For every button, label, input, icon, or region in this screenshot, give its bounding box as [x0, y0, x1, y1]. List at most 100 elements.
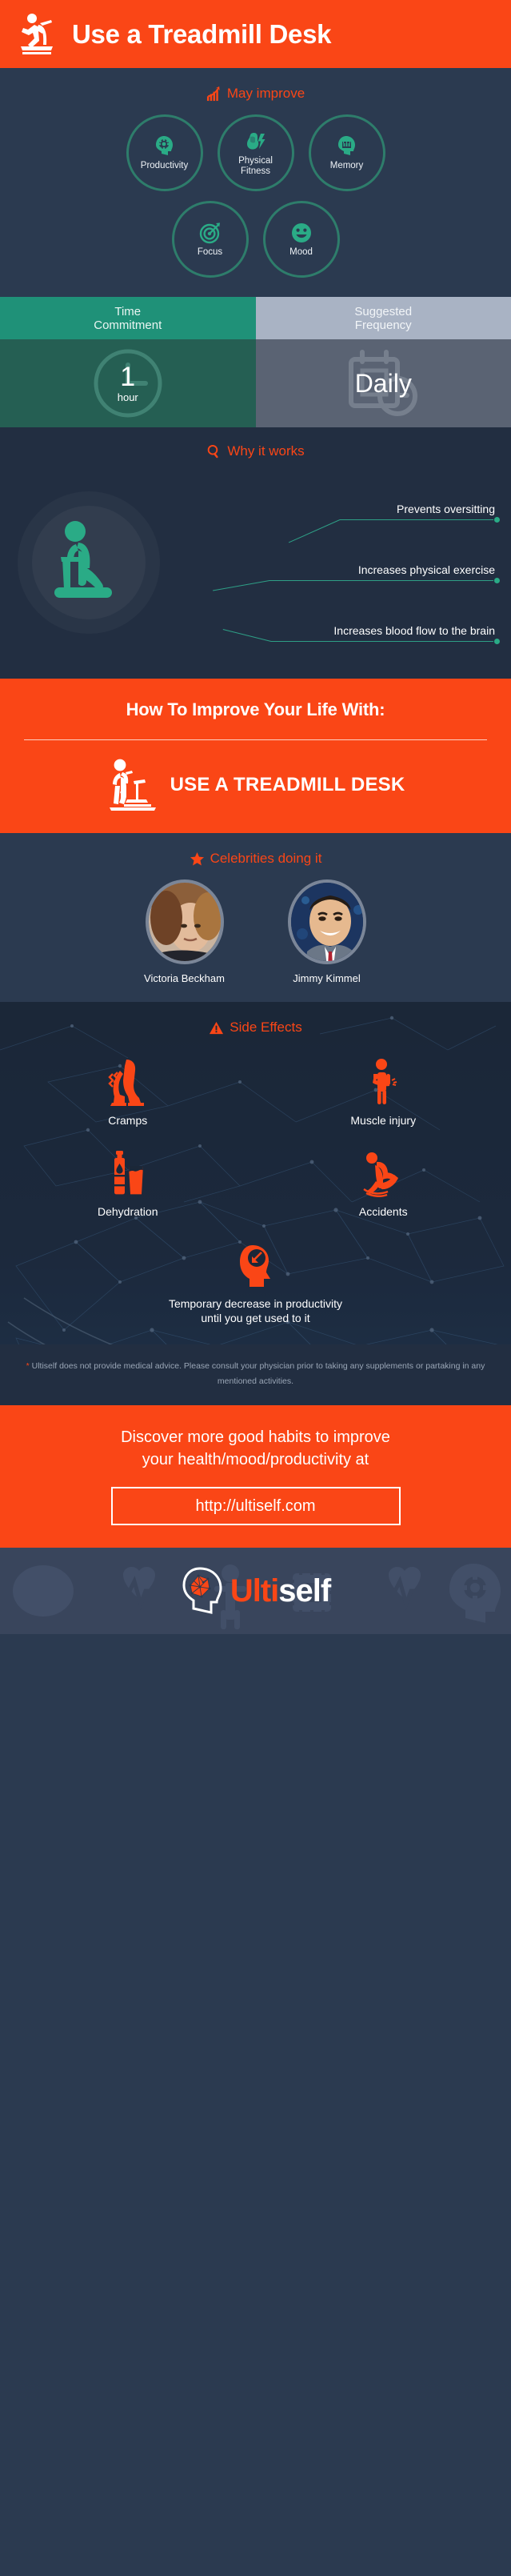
may-improve-row-1: Productivity Physical Fitness Memory — [0, 114, 511, 191]
person-holding-arm-icon — [373, 1059, 397, 1104]
may-improve-section: May improve Productivity Physical Fitnes… — [0, 68, 511, 297]
side-effect-item-muscle-injury: Muscle injury — [256, 1048, 511, 1140]
why-it-works-heading-label: Why it works — [227, 443, 305, 459]
stat-header-line2: Commitment — [94, 318, 162, 332]
stat-column-frequency: Suggested Frequency Daily — [255, 297, 511, 427]
magnifying-glass-icon — [208, 444, 218, 458]
treadmill-desk-walker-icon — [109, 759, 156, 811]
person-slipping-icon — [363, 1152, 399, 1197]
smiley-face-icon — [291, 223, 311, 242]
celebrities-heading: Celebrities doing it — [0, 851, 511, 867]
disclaimer-body: Ultiself does not provide medical advice… — [31, 1361, 485, 1386]
why-connector-dot — [494, 517, 500, 523]
rising-bar-chart-icon — [206, 86, 220, 101]
side-effect-label-line2: until you get used to it — [201, 1312, 310, 1324]
infographic-page: Use a Treadmill Desk May improve Product… — [0, 0, 511, 2576]
disclaimer-text: * Ultiself does not provide medical advi… — [21, 1359, 490, 1389]
why-connector-dot — [494, 578, 500, 583]
why-reason-item: Increases blood flow to the brain — [80, 594, 501, 655]
flexed-bicep-bolt-icon — [246, 132, 265, 150]
avatar — [145, 879, 224, 964]
may-improve-heading: May improve — [0, 86, 511, 102]
habit-row: USE A TREADMILL DESK — [18, 758, 493, 812]
why-reason-list: Prevents oversitting Increases physical … — [80, 472, 501, 655]
stat-header-frequency: Suggested Frequency — [255, 297, 511, 339]
portrait-victoria-beckham — [148, 883, 221, 961]
side-effects-heading: Side Effects — [0, 1020, 511, 1036]
stat-header-line1: Suggested — [354, 304, 413, 318]
side-effect-label: Accidents — [358, 1205, 408, 1218]
why-connector-diagonal — [222, 629, 272, 642]
stat-value-text: Daily — [354, 369, 412, 398]
improve-label: Physical Fitness — [238, 155, 273, 176]
side-effect-label: Cramps — [108, 1114, 148, 1127]
improve-label: Memory — [329, 161, 364, 170]
cramping-leg-icon — [108, 1060, 144, 1106]
footer-logo: Ultiself — [181, 1566, 331, 1616]
stat-value-unit: hour — [117, 391, 138, 403]
why-reason-item: Increases physical exercise — [80, 533, 501, 594]
side-effects-section: Side Effects Cramps Muscle injury Dehydr… — [0, 1002, 511, 1344]
celebrity-card: Jimmy Kimmel — [275, 879, 379, 984]
treadmill-runner-icon — [21, 13, 53, 54]
habit-name: USE A TREADMILL DESK — [170, 774, 405, 795]
improve-item-physical-fitness: Physical Fitness — [217, 114, 294, 191]
bottle-and-glass-icon — [114, 1151, 143, 1195]
cta-url-label: http://ultiself.com — [195, 1496, 316, 1515]
why-reason-label: Prevents oversitting — [397, 503, 495, 515]
cta-text: Discover more good habits to improve you… — [19, 1426, 492, 1471]
stat-value-number: 1 — [120, 362, 136, 392]
page-title: Use a Treadmill Desk — [72, 18, 332, 49]
cta-line2: your health/mood/productivity at — [142, 1451, 369, 1468]
why-connector-dot — [494, 639, 500, 644]
cta-url-button[interactable]: http://ultiself.com — [110, 1487, 401, 1525]
celebrities-heading-label: Celebrities doing it — [210, 851, 322, 866]
disclaimer-section: * Ultiself does not provide medical advi… — [0, 1344, 511, 1405]
side-effect-label: Dehydration — [98, 1205, 158, 1218]
head-down-arrow-icon — [239, 1245, 270, 1287]
stats-table: Time Commitment 1 hour Suggested Frequen… — [0, 297, 511, 427]
stat-header-line2: Frequency — [354, 318, 412, 332]
footer-brand-part2: self — [278, 1572, 331, 1608]
side-effect-label-line1: Temporary decrease in productivity — [168, 1297, 343, 1310]
why-it-works-section: Why it works Prevents oversitting Increa… — [0, 427, 511, 679]
footer-brand-part1: Ulti — [230, 1572, 279, 1608]
celebrities-section: Celebrities doing it Victoria Beckham Ji… — [0, 833, 511, 1002]
why-connector-diagonal — [213, 580, 270, 591]
why-reason-label: Increases physical exercise — [357, 563, 495, 576]
side-effect-label: Temporary decrease in productivity until… — [0, 1296, 511, 1325]
improve-item-focus: Focus — [171, 201, 249, 278]
side-effect-label: Muscle injury — [350, 1114, 417, 1127]
side-effects-heading-label: Side Effects — [230, 1020, 302, 1035]
footer-section: Ultiself — [0, 1548, 511, 1634]
header-banner: Use a Treadmill Desk — [0, 0, 511, 68]
brain-head-logo-icon — [182, 1567, 222, 1614]
divider — [24, 739, 487, 740]
why-connector-line — [340, 519, 493, 520]
improve-item-memory: Memory — [308, 114, 385, 191]
improve-label: Mood — [289, 247, 313, 257]
celebrity-name: Jimmy Kimmel — [293, 972, 361, 984]
side-effects-grid: Cramps Muscle injury Dehydration Acciden… — [0, 1048, 511, 1328]
may-improve-row-2: Focus Mood — [0, 201, 511, 278]
target-arrow-icon — [199, 222, 220, 244]
head-memory-card-icon — [337, 136, 355, 155]
footer-brand: Ultiself — [230, 1572, 331, 1609]
stat-column-time: Time Commitment 1 hour — [0, 297, 256, 427]
how-to-improve-title: How To Improve Your Life With: — [126, 699, 385, 719]
stat-body-frequency: Daily — [255, 339, 511, 427]
avatar — [287, 879, 366, 964]
celebrity-card: Victoria Beckham — [133, 879, 237, 984]
why-it-works-body: Prevents oversitting Increases physical … — [0, 472, 511, 658]
stat-value-frequency: Daily — [256, 370, 511, 397]
celebrity-list: Victoria Beckham Jimmy Kimmel — [0, 879, 511, 984]
side-effect-item-productivity-dip: Temporary decrease in productivity until… — [0, 1231, 511, 1328]
cta-line1: Discover more good habits to improve — [121, 1428, 390, 1446]
side-effects-content: Side Effects Cramps Muscle injury Dehydr… — [0, 1020, 511, 1328]
why-connector-line — [269, 580, 493, 581]
head-gear-icon — [155, 136, 173, 155]
improve-item-productivity: Productivity — [126, 114, 203, 191]
why-reason-label: Increases blood flow to the brain — [333, 624, 495, 637]
warning-triangle-icon — [210, 1021, 224, 1034]
disclaimer-asterisk: * — [26, 1361, 30, 1371]
